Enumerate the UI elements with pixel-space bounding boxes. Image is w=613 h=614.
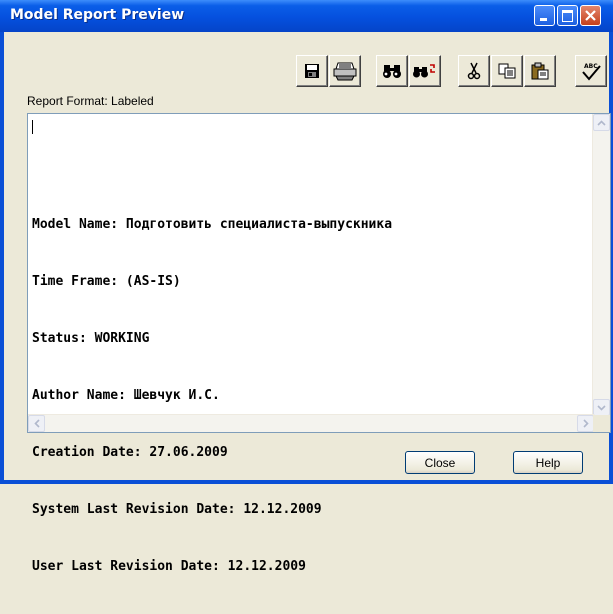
report-line: User Last Revision Date: 12.12.2009 — [32, 559, 306, 574]
report-text-area[interactable]: Model Name: Подготовить специалиста-выпу… — [27, 113, 611, 574]
paste-button[interactable] — [524, 55, 556, 87]
toolbar-edit-group — [458, 55, 557, 87]
print-button[interactable] — [329, 55, 361, 87]
title-bar[interactable]: Model Report Preview — [0, 0, 613, 32]
close-button[interactable]: Close — [405, 451, 475, 474]
cut-button[interactable] — [458, 55, 490, 87]
chevron-right-icon — [582, 419, 589, 428]
print-icon — [333, 62, 356, 80]
report-line: System Last Revision Date: 12.12.2009 — [32, 502, 322, 517]
report-line: Model Name: Подготовить специалиста-выпу… — [32, 217, 393, 232]
close-icon[interactable] — [580, 5, 601, 26]
copy-icon — [498, 63, 515, 78]
toolbar-file-group — [296, 55, 362, 87]
horizontal-scrollbar[interactable] — [28, 414, 594, 432]
scroll-left-button[interactable] — [28, 415, 45, 432]
save-icon — [304, 63, 319, 78]
save-button[interactable] — [296, 55, 328, 87]
report-line: Author Name: Шевчук И.С. — [32, 388, 220, 403]
find-replace-icon — [412, 63, 435, 77]
window-title: Model Report Preview — [10, 7, 185, 23]
minimize-icon[interactable] — [534, 5, 555, 26]
report-text: Model Name: Подготовить специалиста-выпу… — [32, 120, 392, 614]
toolbar-search-group — [376, 55, 442, 87]
spell-check-button[interactable]: ABC — [575, 55, 607, 87]
report-line: Creation Date: 27.06.2009 — [32, 445, 228, 460]
maximize-icon[interactable] — [557, 5, 578, 26]
spell-check-text: ABC — [584, 63, 598, 70]
scrollbar-corner — [593, 415, 610, 432]
chevron-left-icon — [33, 419, 40, 428]
vertical-scrollbar[interactable] — [592, 114, 610, 416]
spell-check-icon: ABC — [581, 63, 601, 81]
scroll-up-button[interactable] — [593, 114, 610, 131]
find-button[interactable] — [376, 55, 408, 87]
cut-icon — [467, 62, 480, 79]
report-format-label: Report Format: Labeled — [27, 94, 154, 108]
report-line: Time Frame: (AS-IS) — [32, 274, 181, 289]
toolbar-spell-group: ABC — [575, 55, 608, 87]
scroll-down-button[interactable] — [593, 399, 610, 416]
find-icon — [382, 64, 401, 78]
find-replace-button[interactable] — [409, 55, 441, 87]
help-button[interactable]: Help — [513, 451, 583, 474]
chevron-up-icon — [597, 119, 606, 126]
report-line: Status: WORKING — [32, 331, 150, 346]
paste-icon — [531, 62, 548, 79]
copy-button[interactable] — [491, 55, 523, 87]
scroll-right-button[interactable] — [577, 415, 594, 432]
chevron-down-icon — [597, 404, 606, 411]
